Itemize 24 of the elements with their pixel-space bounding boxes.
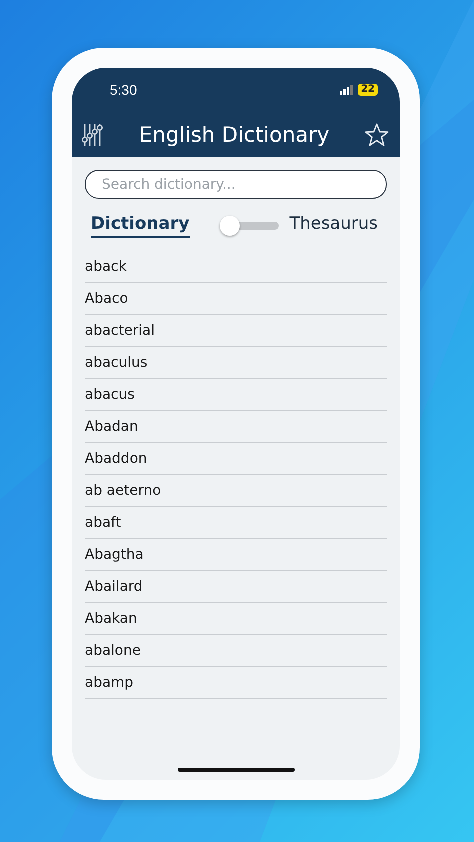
sliders-icon[interactable] [82, 122, 104, 146]
signal-icon [340, 85, 354, 95]
word-item[interactable]: Abagtha [85, 546, 144, 562]
word-item[interactable]: Abailard [85, 578, 143, 594]
star-icon[interactable] [365, 122, 389, 146]
word-item[interactable]: Abaddon [85, 450, 148, 466]
status-time: 5:30 [110, 82, 138, 98]
mode-tab[interactable]: Dictionary [91, 214, 190, 238]
word-item[interactable]: aback [85, 258, 127, 274]
word-item[interactable]: Abadan [85, 418, 138, 434]
mode-switch[interactable] [218, 214, 281, 238]
word-item[interactable]: ab aeterno [85, 482, 162, 498]
app-title: English Dictionary [139, 122, 330, 146]
word-item[interactable]: abamp [85, 674, 134, 690]
word-item[interactable]: abalone [85, 642, 141, 658]
word-item[interactable]: abacterial [85, 322, 155, 338]
mode-tab[interactable]: Thesaurus [290, 214, 378, 238]
word-item[interactable]: abacus [85, 386, 135, 402]
word-item[interactable]: Abakan [85, 610, 138, 626]
word-item[interactable]: abaft [85, 514, 122, 530]
battery-level: 22 [358, 84, 378, 96]
word-item[interactable]: Abaco [85, 290, 128, 306]
search-field[interactable]: Search dictionary... [85, 170, 387, 199]
word-item[interactable]: abaculus [85, 354, 148, 370]
